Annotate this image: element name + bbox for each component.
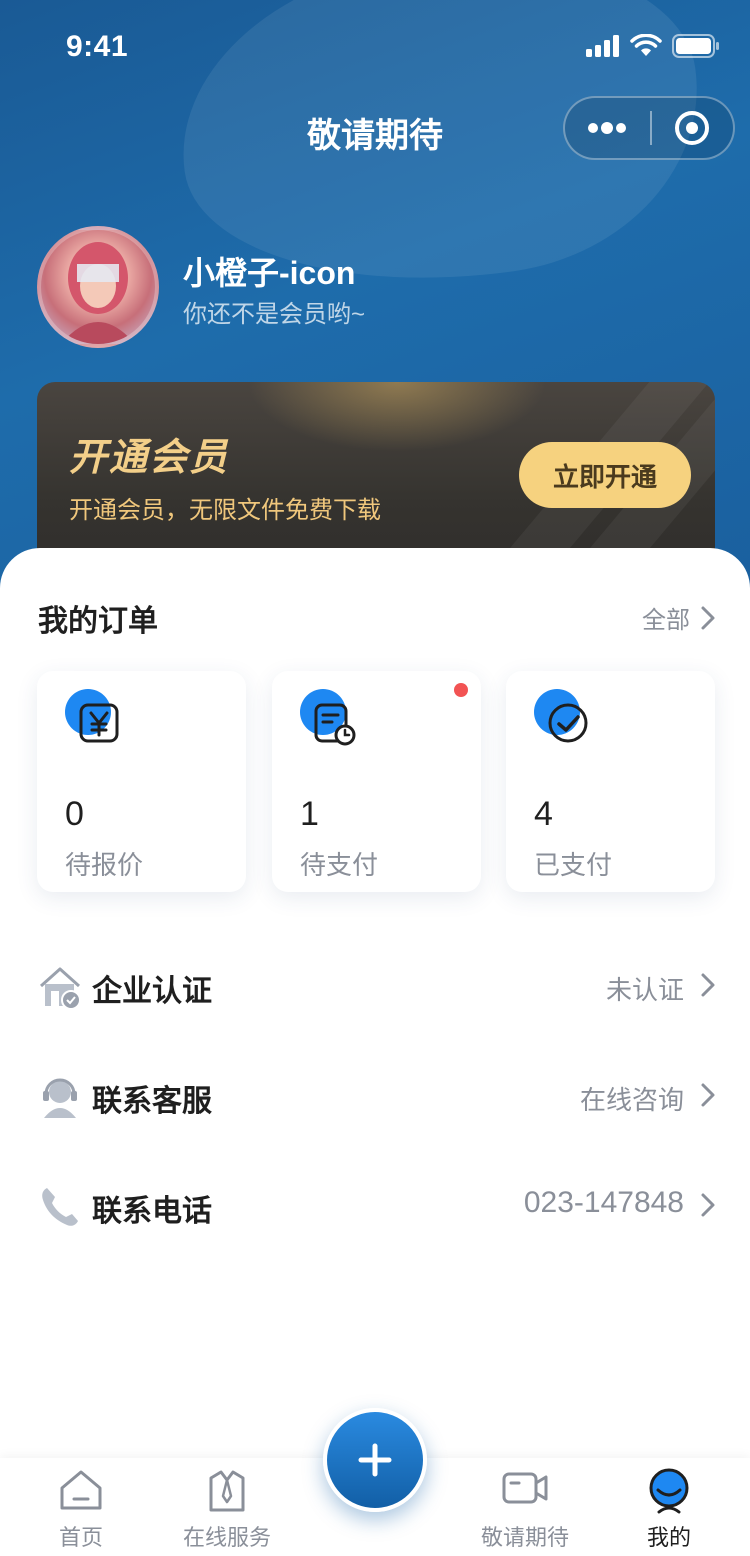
order-count: 1 <box>300 795 319 833</box>
video-camera-icon <box>502 1472 548 1504</box>
target-circle-icon <box>675 111 710 145</box>
menu-value: 在线咨询 <box>579 1085 684 1115</box>
user-name: 小橙子-icon <box>183 255 356 291</box>
order-card-pending-quote[interactable]: 0 待报价 <box>37 671 246 892</box>
orders-view-all-label: 全部 <box>642 607 690 634</box>
tab-home[interactable]: 首页 <box>6 1458 156 1556</box>
phone-icon <box>42 1188 78 1226</box>
vip-title: 开通会员 <box>69 437 230 479</box>
enterprise-house-icon <box>39 967 81 1010</box>
tab-online-service[interactable]: 在线服务 <box>152 1458 302 1556</box>
order-card-paid[interactable]: 4 已支付 <box>506 671 715 892</box>
home-icon <box>60 1470 102 1510</box>
avatar[interactable] <box>37 226 159 348</box>
tab-label: 敬请期待 <box>480 1525 569 1550</box>
more-menu-button[interactable] <box>565 98 650 158</box>
vip-subtitle: 开通会员，无限文件免费下载 <box>69 497 381 524</box>
tab-label: 首页 <box>58 1525 103 1550</box>
wifi-icon <box>630 34 662 56</box>
chevron-right-icon <box>701 973 715 997</box>
menu-item-customer-service[interactable]: 联系客服 在线咨询 <box>0 1066 750 1146</box>
tab-label: 在线服务 <box>182 1525 271 1550</box>
customer-service-icon <box>43 1078 77 1118</box>
chevron-right-icon <box>701 1083 715 1107</box>
open-vip-button[interactable]: 立即开通 <box>519 442 691 508</box>
bill-clock-icon <box>300 689 364 753</box>
avatar-portrait-icon <box>61 242 135 344</box>
close-mini-program-button[interactable] <box>652 98 733 158</box>
notification-badge <box>454 683 468 697</box>
order-label: 待报价 <box>65 850 144 880</box>
status-icons <box>586 34 720 58</box>
yen-document-icon <box>65 689 129 753</box>
status-time: 9:41 <box>66 30 129 63</box>
orders-title: 我的订单 <box>38 605 158 638</box>
menu-label: 联系电话 <box>92 1195 212 1228</box>
chevron-right-icon <box>701 606 715 629</box>
order-label: 待支付 <box>300 850 379 880</box>
orders-view-all-link[interactable]: 全部 <box>642 600 716 635</box>
tab-label: 我的 <box>646 1525 691 1550</box>
membership-status: 你还不是会员哟~ <box>183 301 366 328</box>
battery-icon <box>672 34 719 58</box>
plus-icon <box>358 1443 392 1477</box>
menu-value: 未认证 <box>605 975 684 1005</box>
profile-face-icon <box>649 1468 689 1514</box>
order-card-pending-payment[interactable]: 1 待支付 <box>272 671 481 892</box>
check-circle-icon <box>534 689 598 753</box>
add-button[interactable] <box>323 1408 427 1512</box>
menu-label: 企业认证 <box>92 975 212 1008</box>
order-count: 4 <box>534 795 553 833</box>
tab-mine[interactable]: 我的 <box>594 1458 744 1556</box>
menu-value: 023-147848 <box>523 1186 684 1219</box>
status-bar: 9:41 <box>0 0 750 88</box>
order-label: 已支付 <box>534 850 613 880</box>
vip-glow <box>247 382 547 452</box>
order-count: 0 <box>65 795 84 833</box>
mini-program-capsule <box>563 96 735 160</box>
chevron-right-icon <box>701 1193 715 1217</box>
menu-item-enterprise-verification[interactable]: 企业认证 未认证 <box>0 956 750 1036</box>
more-dots-icon <box>588 122 627 134</box>
service-suit-icon <box>209 1470 245 1512</box>
menu-label: 联系客服 <box>92 1085 212 1118</box>
signal-icon <box>586 35 619 57</box>
menu-item-contact-phone[interactable]: 联系电话 023-147848 <box>0 1176 750 1256</box>
tab-coming-soon[interactable]: 敬请期待 <box>450 1458 600 1556</box>
